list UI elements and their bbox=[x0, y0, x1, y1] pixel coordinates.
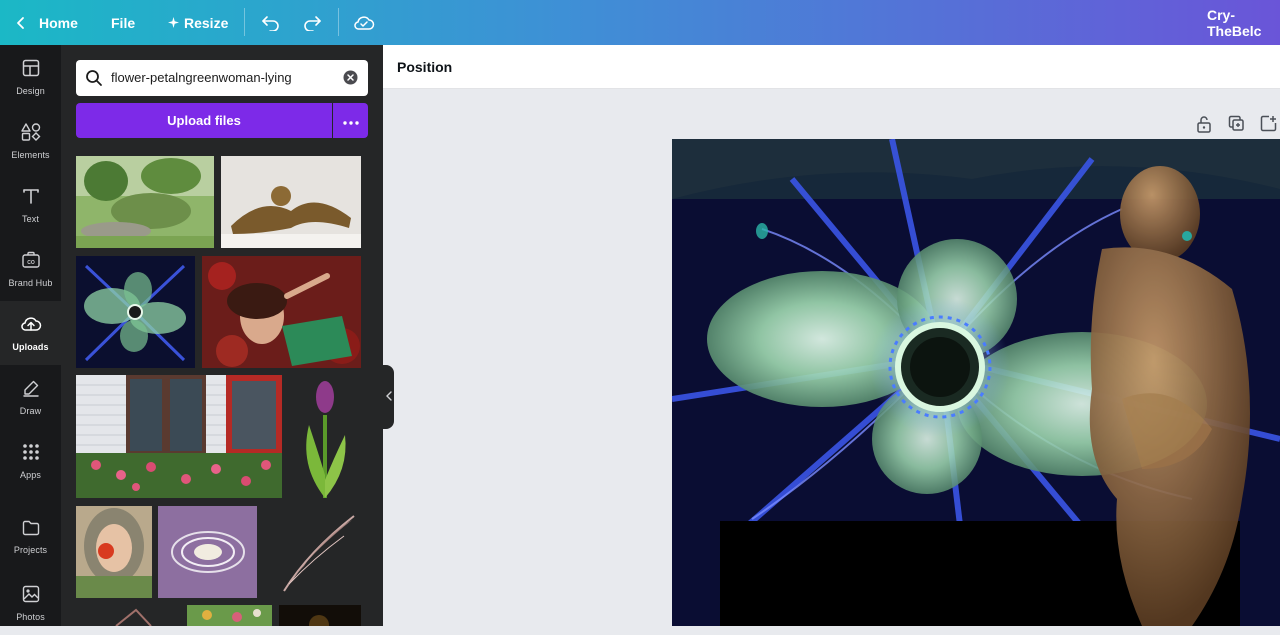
rail-item-label: Apps bbox=[20, 469, 41, 480]
svg-text:CO: CO bbox=[27, 260, 35, 266]
upload-thumbnail[interactable] bbox=[221, 156, 361, 248]
text-icon bbox=[22, 187, 40, 210]
rail-item-draw[interactable]: Draw bbox=[0, 365, 61, 429]
uploads-panel: flower-petalngreenwoman-lying Upload fil… bbox=[61, 45, 383, 626]
undo-icon bbox=[261, 15, 281, 31]
rail-item-uploads[interactable]: Uploads bbox=[0, 301, 61, 365]
rail-item-photos[interactable]: Photos bbox=[0, 571, 61, 635]
rail-item-label: Design bbox=[16, 85, 45, 96]
rail-item-apps[interactable]: Apps bbox=[0, 429, 61, 493]
toolbar-divider bbox=[244, 8, 245, 36]
cloud-check-icon bbox=[353, 15, 375, 31]
add-page-button[interactable] bbox=[1260, 115, 1277, 133]
rail-item-text[interactable]: Text bbox=[0, 173, 61, 237]
position-button[interactable]: Position bbox=[397, 59, 452, 75]
upload-thumbnail[interactable] bbox=[76, 605, 179, 626]
lock-page-button[interactable] bbox=[1196, 115, 1212, 133]
rail-item-label: Brand Hub bbox=[8, 277, 53, 288]
upload-thumbnail[interactable] bbox=[158, 506, 257, 598]
photo-icon bbox=[22, 585, 40, 608]
document-title[interactable]: Cry-TheBelc bbox=[1207, 0, 1280, 45]
toolbar-divider bbox=[338, 8, 339, 36]
undo-button[interactable] bbox=[261, 0, 281, 45]
more-horizontal-icon bbox=[342, 112, 359, 130]
search-bar[interactable]: flower-petalngreenwoman-lying bbox=[76, 60, 368, 96]
home-button[interactable]: Home bbox=[14, 0, 78, 45]
search-icon bbox=[85, 69, 103, 92]
clear-search-icon[interactable] bbox=[343, 70, 358, 90]
save-status-button[interactable] bbox=[353, 0, 375, 45]
sparkle-icon bbox=[168, 17, 179, 28]
duplicate-page-button[interactable] bbox=[1228, 115, 1245, 133]
home-label: Home bbox=[39, 14, 78, 31]
collapse-panel-button[interactable] bbox=[383, 365, 394, 429]
more-options-button[interactable] bbox=[333, 103, 368, 138]
rail-item-label: Photos bbox=[16, 611, 45, 622]
upload-thumbnail[interactable] bbox=[76, 506, 152, 598]
rail-item-label: Text bbox=[22, 213, 39, 224]
upload-thumbnail[interactable] bbox=[279, 605, 361, 626]
duplicate-icon bbox=[1228, 115, 1245, 136]
rail-item-label: Projects bbox=[13, 544, 48, 555]
rail-item-label: Uploads bbox=[12, 341, 49, 352]
upload-thumbnail[interactable] bbox=[76, 375, 282, 498]
redo-button[interactable] bbox=[302, 0, 322, 45]
upload-thumbnail[interactable] bbox=[264, 506, 361, 598]
rail-item-label: Elements bbox=[11, 149, 50, 160]
rail-item-elements[interactable]: Elements bbox=[0, 109, 61, 173]
design-canvas[interactable] bbox=[672, 139, 1280, 626]
rail-item-brand-hub[interactable]: CO Brand Hub bbox=[0, 237, 61, 301]
add-page-icon bbox=[1260, 115, 1277, 136]
upload-thumbnail[interactable] bbox=[289, 375, 361, 498]
cloud-upload-icon bbox=[20, 315, 42, 338]
upload-thumbnail[interactable] bbox=[187, 605, 272, 626]
pen-icon bbox=[22, 379, 40, 402]
redo-icon bbox=[302, 15, 322, 31]
rail-item-projects[interactable]: Projects bbox=[0, 505, 61, 569]
chevron-left-icon bbox=[385, 388, 392, 406]
shapes-icon bbox=[20, 122, 41, 146]
lock-icon bbox=[1196, 116, 1212, 137]
upload-files-button[interactable]: Upload files bbox=[76, 103, 332, 138]
layout-icon bbox=[22, 59, 40, 82]
resize-button[interactable]: Resize bbox=[168, 0, 228, 45]
context-toolbar: Position bbox=[383, 45, 1280, 89]
resize-label: Resize bbox=[184, 14, 229, 31]
upload-thumbnail[interactable] bbox=[76, 256, 195, 368]
search-input[interactable]: flower-petalngreenwoman-lying bbox=[111, 70, 292, 85]
canvas-artwork bbox=[672, 139, 1280, 626]
chevron-left-icon bbox=[14, 16, 28, 30]
upload-thumbnail[interactable] bbox=[202, 256, 361, 368]
rail-item-design[interactable]: Design bbox=[0, 45, 61, 109]
rail-item-label: Draw bbox=[19, 405, 42, 416]
file-menu-button[interactable]: File bbox=[111, 0, 135, 45]
brand-icon: CO bbox=[21, 251, 41, 274]
left-rail: Design Elements Text CO Brand Hub Upload… bbox=[0, 45, 61, 626]
grid-icon bbox=[22, 443, 40, 466]
top-bar: Home File Resize Cry-TheBelc bbox=[0, 0, 1280, 45]
upload-thumbnail[interactable] bbox=[76, 156, 214, 248]
folder-icon bbox=[22, 520, 40, 541]
